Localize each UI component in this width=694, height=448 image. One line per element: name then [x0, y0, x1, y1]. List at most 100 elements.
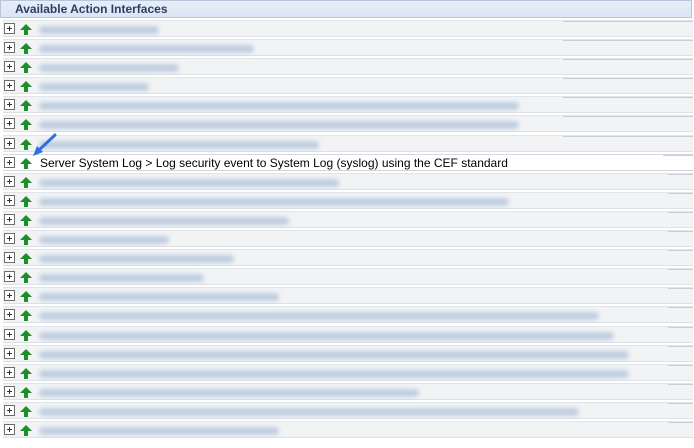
row-divider	[668, 211, 693, 213]
list-item[interactable]	[3, 382, 693, 400]
move-up-icon[interactable]	[20, 214, 32, 227]
row-divider	[563, 135, 693, 137]
expand-icon[interactable]	[4, 194, 15, 206]
list-item[interactable]	[3, 420, 693, 438]
move-up-icon[interactable]	[20, 234, 32, 246]
move-up-icon[interactable]	[20, 424, 32, 437]
move-up-icon[interactable]	[20, 367, 32, 380]
list-item[interactable]	[3, 172, 693, 190]
move-up-icon[interactable]	[20, 310, 32, 322]
expand-icon[interactable]	[4, 233, 15, 245]
list-item[interactable]	[3, 39, 693, 57]
move-up-icon[interactable]	[20, 386, 32, 399]
redacted-label	[39, 102, 519, 111]
panel-header: Available Action Interfaces	[0, 0, 692, 18]
redacted-label	[39, 64, 179, 73]
list-item[interactable]	[3, 344, 693, 362]
expand-icon[interactable]	[4, 309, 15, 321]
expand-icon[interactable]	[4, 271, 15, 283]
expand-icon[interactable]	[4, 252, 15, 264]
list-item[interactable]	[3, 191, 693, 209]
redacted-label	[39, 26, 159, 34]
row-divider	[563, 59, 693, 61]
move-up-icon[interactable]	[20, 43, 32, 55]
redacted-label	[39, 121, 519, 130]
move-up-icon[interactable]	[20, 329, 32, 342]
expand-icon[interactable]	[4, 118, 15, 130]
redacted-label	[39, 331, 614, 340]
action-interface-list: Server System Log > Log security event t…	[3, 20, 693, 440]
expand-icon[interactable]	[4, 42, 15, 54]
move-up-icon[interactable]	[20, 24, 32, 36]
row-divider	[668, 345, 693, 347]
redacted-label	[39, 293, 279, 302]
redacted-label	[39, 369, 629, 378]
redacted-label	[39, 197, 509, 206]
redacted-label	[39, 236, 169, 245]
expand-icon[interactable]	[4, 137, 15, 149]
expand-icon[interactable]	[4, 347, 15, 359]
expand-icon[interactable]	[4, 290, 15, 302]
expand-icon[interactable]	[4, 156, 15, 168]
row-divider	[668, 326, 693, 328]
list-item[interactable]	[3, 249, 693, 267]
row-divider	[668, 402, 693, 404]
expand-icon[interactable]	[4, 175, 15, 187]
list-item[interactable]	[3, 363, 693, 381]
redacted-label	[39, 255, 234, 264]
row-divider	[668, 269, 693, 271]
move-up-icon[interactable]	[20, 405, 32, 418]
expand-icon[interactable]	[4, 366, 15, 378]
redacted-label	[39, 407, 579, 416]
list-item[interactable]	[3, 134, 693, 152]
expand-icon[interactable]	[4, 404, 15, 416]
list-item[interactable]	[3, 325, 693, 343]
move-up-icon[interactable]	[20, 253, 32, 265]
list-item[interactable]	[3, 268, 693, 286]
list-item[interactable]	[3, 230, 693, 248]
expand-icon[interactable]	[4, 423, 15, 435]
expand-icon[interactable]	[4, 328, 15, 340]
row-label: Server System Log > Log security event t…	[40, 155, 508, 170]
pointer-annotation-icon	[33, 133, 57, 156]
list-item[interactable]	[3, 115, 693, 133]
list-item[interactable]	[3, 20, 693, 37]
redacted-label	[39, 350, 629, 359]
move-up-icon[interactable]	[20, 119, 32, 131]
list-item[interactable]	[3, 401, 693, 419]
row-divider	[663, 154, 693, 156]
row-divider	[563, 78, 693, 80]
list-item[interactable]	[3, 96, 693, 114]
list-item[interactable]	[3, 77, 693, 95]
expand-icon[interactable]	[4, 23, 15, 34]
row-divider	[563, 97, 693, 99]
redacted-label	[39, 388, 419, 397]
list-item[interactable]	[3, 287, 693, 305]
row-divider	[668, 383, 693, 385]
move-up-icon[interactable]	[20, 195, 32, 208]
move-up-icon[interactable]	[20, 272, 32, 284]
redacted-label	[39, 45, 254, 54]
row-divider	[668, 173, 693, 175]
move-up-icon[interactable]	[20, 348, 32, 361]
expand-icon[interactable]	[4, 80, 15, 92]
move-up-icon[interactable]	[20, 81, 32, 93]
redacted-label	[39, 216, 289, 225]
list-item[interactable]	[3, 306, 693, 324]
list-item[interactable]	[3, 210, 693, 228]
row-divider	[668, 288, 693, 290]
redacted-label	[39, 178, 339, 187]
row-divider	[668, 231, 693, 233]
row-divider	[563, 40, 693, 42]
move-up-icon[interactable]	[20, 176, 32, 189]
expand-icon[interactable]	[4, 61, 15, 73]
move-up-icon[interactable]	[20, 291, 32, 303]
expand-icon[interactable]	[4, 213, 15, 225]
list-item[interactable]: Server System Log > Log security event t…	[3, 153, 693, 171]
move-up-icon[interactable]	[20, 62, 32, 74]
expand-icon[interactable]	[4, 99, 15, 111]
expand-icon[interactable]	[4, 385, 15, 397]
list-item[interactable]	[3, 58, 693, 76]
move-up-icon[interactable]	[20, 100, 32, 112]
row-divider	[668, 250, 693, 252]
